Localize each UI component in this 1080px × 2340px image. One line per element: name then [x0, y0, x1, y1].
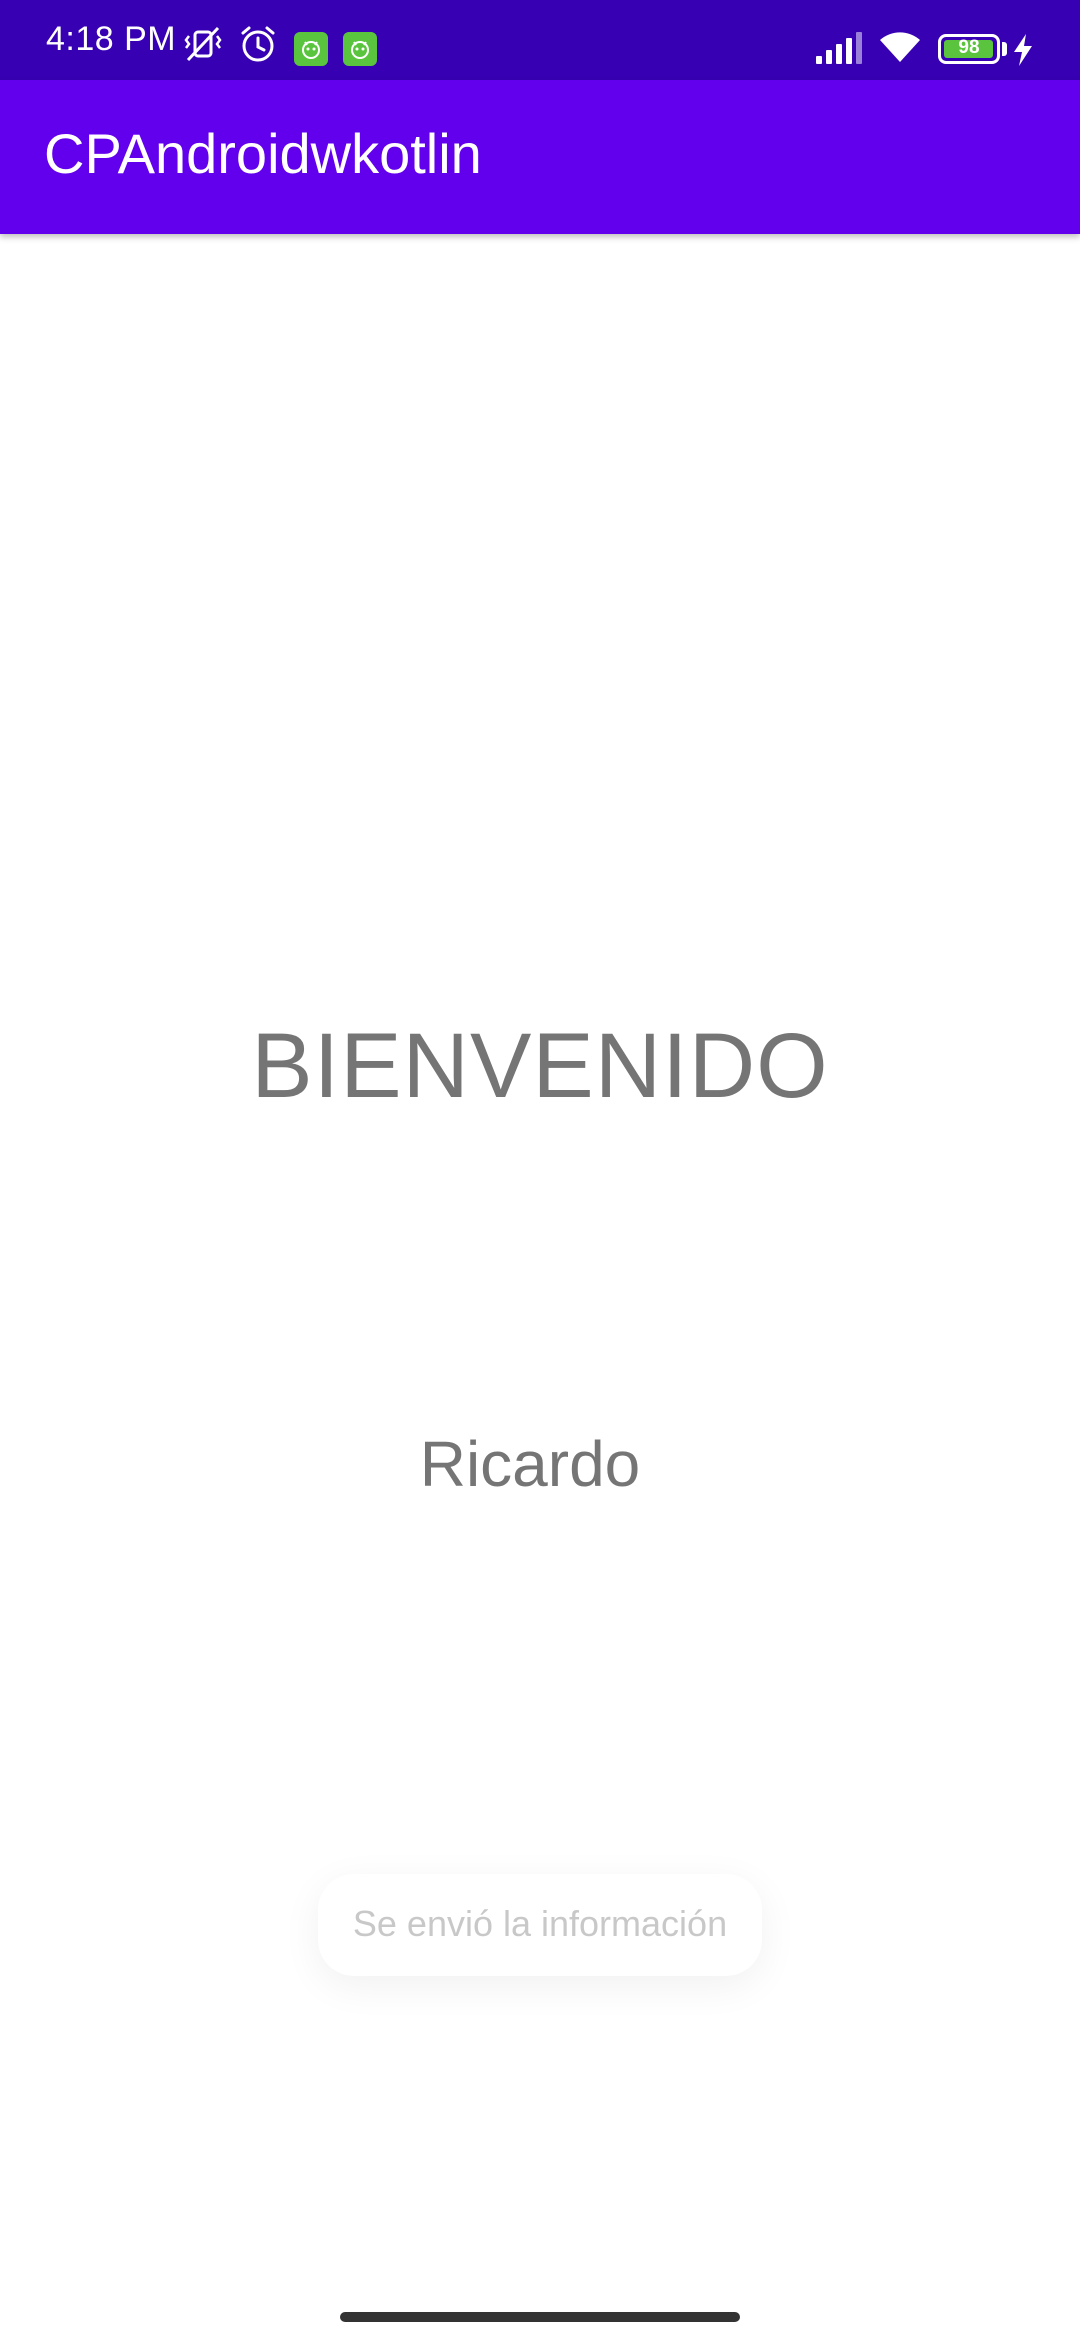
battery-icon: 98: [938, 34, 1000, 64]
app-notification-icon: [343, 32, 377, 66]
toast-message: Se envió la información: [352, 1903, 728, 1944]
app-bar: CPAndroidwkotlin: [0, 80, 1080, 234]
app-title: CPAndroidwkotlin: [44, 122, 482, 185]
toast: Se envió la información: [318, 1874, 762, 1976]
status-bar: 4:18 PM 98: [0, 0, 1080, 80]
user-name: Ricardo: [419, 1428, 641, 1500]
alarm-icon: [238, 24, 278, 64]
signal-icon: [816, 30, 864, 71]
mute-vibrate-icon: [182, 24, 222, 64]
status-time: 4:18 PM: [46, 20, 177, 58]
charging-icon: [1012, 34, 1034, 71]
navigation-handle[interactable]: [340, 2312, 740, 2322]
app-notification-icon: [294, 32, 328, 66]
wifi-icon: [876, 26, 924, 71]
welcome-heading: BIENVENIDO: [251, 1015, 829, 1117]
battery-level: 98: [958, 37, 980, 58]
battery-tip: [1002, 42, 1007, 56]
